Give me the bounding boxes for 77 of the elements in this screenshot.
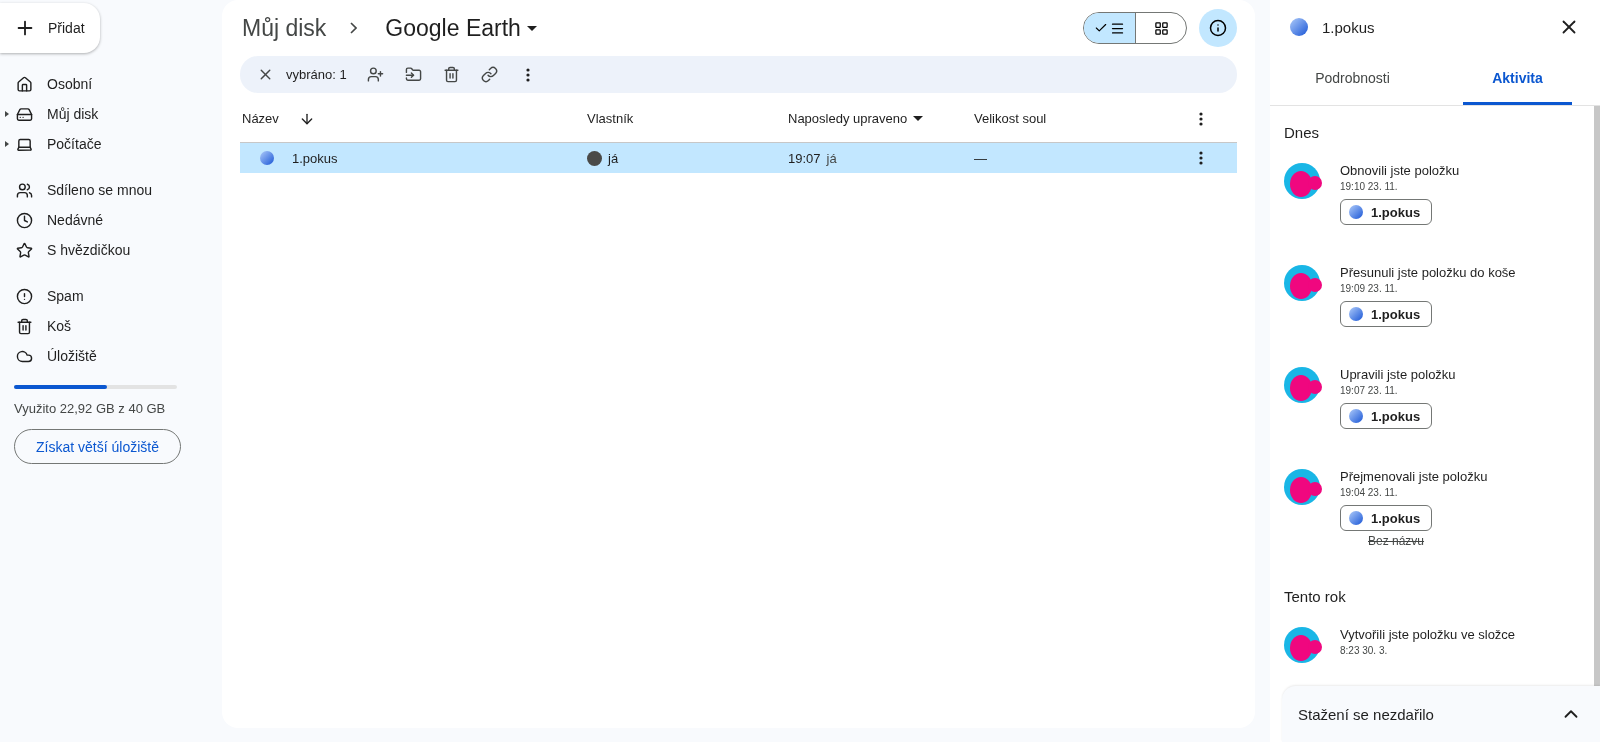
caret-icon[interactable] bbox=[5, 141, 9, 147]
sidebar-item[interactable]: Nedávné bbox=[0, 205, 222, 235]
activity-time: 19:10 23. 11. bbox=[1340, 181, 1399, 192]
more-icon bbox=[525, 67, 530, 82]
column-header[interactable]: Název bbox=[242, 111, 279, 126]
old-name: Bez názvu bbox=[1368, 534, 1426, 548]
file-chip[interactable]: 1.pokus bbox=[1340, 301, 1432, 327]
check-icon bbox=[1094, 21, 1108, 35]
activity-time: 8:23 30. 3. bbox=[1340, 645, 1389, 656]
activity-time: 19:04 23. 11. bbox=[1340, 487, 1399, 498]
new-button[interactable]: Přidat bbox=[0, 3, 100, 53]
file-size: — bbox=[974, 150, 987, 166]
modified-by: já bbox=[826, 150, 837, 166]
list-view-button[interactable] bbox=[1084, 13, 1135, 43]
sidebar-item[interactable]: Osobní bbox=[0, 69, 222, 99]
column-header[interactable]: Vlastník bbox=[587, 111, 634, 126]
file-chip[interactable]: 1.pokus bbox=[1340, 403, 1432, 429]
activity-text: Přesunuli jste položku do koše bbox=[1340, 265, 1516, 280]
file-name: 1.pokus bbox=[292, 150, 338, 166]
info-button[interactable] bbox=[1199, 9, 1237, 47]
download-status: Stažení se nezdařilo bbox=[1298, 705, 1434, 723]
sidebar-item[interactable]: Úložiště bbox=[0, 341, 222, 371]
sidebar-item[interactable]: Můj disk bbox=[0, 99, 222, 129]
globe-icon bbox=[1349, 205, 1363, 219]
modified-time: 19:07 bbox=[788, 150, 821, 166]
globe-icon bbox=[1290, 18, 1308, 36]
group-heading: Dnes bbox=[1284, 124, 1321, 141]
owner-avatar bbox=[587, 150, 602, 166]
sidebar-item[interactable]: Počítače bbox=[0, 129, 222, 159]
caret-icon bbox=[526, 25, 537, 31]
more-icon[interactable] bbox=[1199, 111, 1203, 126]
sidebar-item[interactable]: Koš bbox=[0, 311, 222, 341]
add-person-icon bbox=[367, 66, 385, 83]
sidebar-item[interactable]: S hvězdičkou bbox=[0, 235, 222, 265]
breadcrumb-parent[interactable]: Můj disk bbox=[242, 14, 327, 42]
globe-icon bbox=[260, 151, 274, 165]
link-icon bbox=[481, 66, 499, 83]
caret-icon[interactable] bbox=[913, 116, 924, 121]
folder-icon bbox=[405, 66, 423, 83]
file-chip[interactable]: 1.pokus bbox=[1340, 505, 1432, 531]
activity-text: Obnovili jste položku bbox=[1340, 163, 1460, 178]
group-heading: Tento rok bbox=[1284, 588, 1347, 605]
details-tab[interactable]: Podrobnosti bbox=[1298, 54, 1407, 105]
info-icon bbox=[1209, 19, 1227, 37]
nav-icon bbox=[16, 241, 33, 259]
column-header[interactable]: Velikost soul bbox=[974, 111, 1047, 126]
grid-icon bbox=[1153, 20, 1169, 36]
more-icon[interactable] bbox=[1199, 151, 1203, 165]
activity-time: 19:09 23. 11. bbox=[1340, 283, 1399, 294]
owner-name: já bbox=[608, 150, 619, 166]
nav-icon bbox=[16, 211, 33, 229]
nav-icon bbox=[16, 105, 33, 123]
details-title: 1.pokus bbox=[1322, 18, 1376, 36]
activity-time: 19:07 23. 11. bbox=[1340, 385, 1399, 396]
nav-icon bbox=[16, 75, 33, 93]
sidebar-item[interactable]: Sdíleno se mnou bbox=[0, 175, 222, 205]
trash-icon bbox=[443, 66, 461, 83]
caret-icon[interactable] bbox=[5, 111, 9, 117]
globe-icon bbox=[1349, 307, 1363, 321]
file-row[interactable]: 1.pokus já 19:07 já — bbox=[240, 143, 1237, 173]
globe-icon bbox=[1349, 511, 1363, 525]
selection-count: vybráno: 1 bbox=[286, 67, 347, 82]
globe-icon bbox=[1349, 409, 1363, 423]
sidebar-item[interactable]: Spam bbox=[0, 281, 222, 311]
activity-text: Přejmenovali jste položku bbox=[1340, 469, 1488, 484]
details-tab[interactable]: Aktivita bbox=[1463, 54, 1572, 105]
nav-icon bbox=[16, 287, 33, 305]
nav-icon bbox=[16, 181, 33, 199]
nav-icon bbox=[16, 317, 33, 335]
chevron-icon bbox=[350, 22, 358, 34]
activity-text: Vytvořili jste položku ve složce bbox=[1340, 627, 1516, 642]
breadcrumb-current[interactable]: Google Earth bbox=[381, 14, 541, 42]
activity-text: Upravili jste položku bbox=[1340, 367, 1456, 382]
column-header[interactable]: Naposledy upraveno bbox=[788, 111, 908, 126]
list-icon bbox=[1110, 20, 1125, 36]
file-chip[interactable]: 1.pokus bbox=[1340, 199, 1432, 225]
storage-usage: Využito 22,92 GB z 40 GB bbox=[14, 401, 167, 416]
